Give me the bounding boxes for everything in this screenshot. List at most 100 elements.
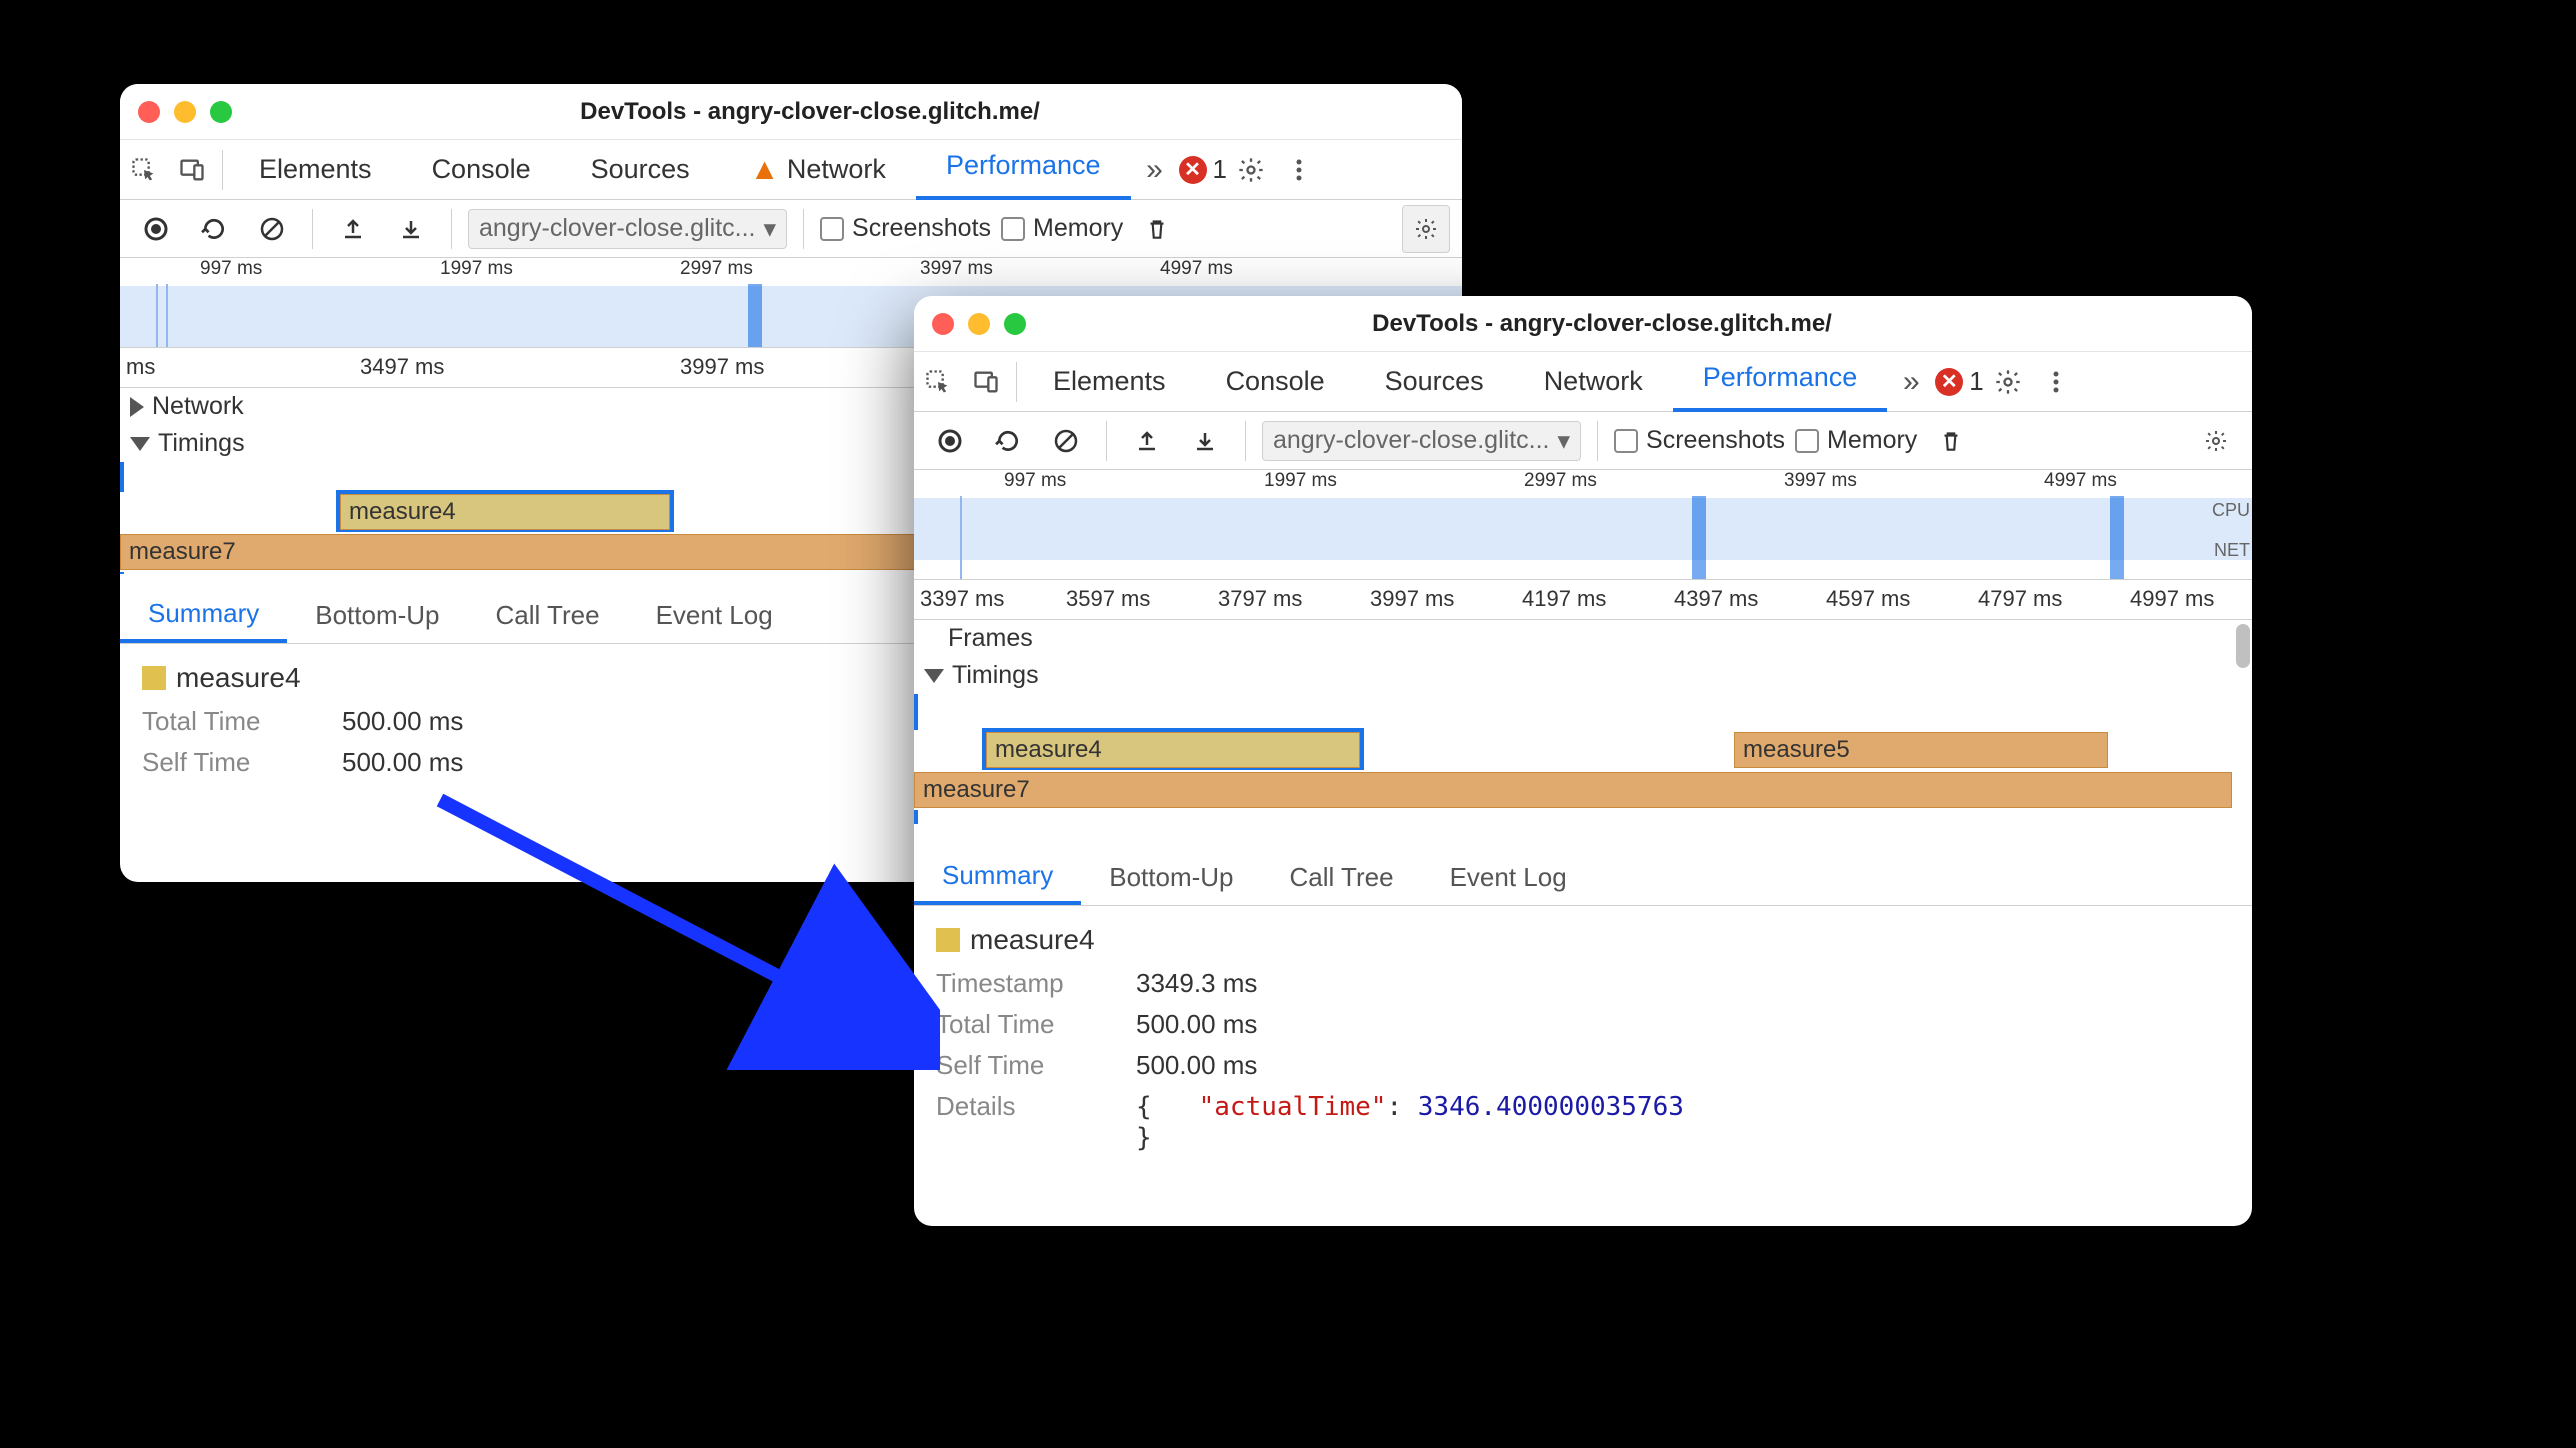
tab-performance[interactable]: Performance — [1673, 352, 1888, 412]
screenshots-toggle[interactable]: Screenshots — [820, 214, 991, 243]
record-button[interactable] — [926, 417, 974, 465]
tab-summary[interactable]: Summary — [120, 588, 287, 643]
chevron-down-icon: ▾ — [763, 214, 776, 244]
tab-event-log[interactable]: Event Log — [628, 588, 801, 643]
reload-record-icon[interactable] — [984, 417, 1032, 465]
upload-profile-icon[interactable] — [329, 205, 377, 253]
settings-gear-icon[interactable] — [1227, 146, 1275, 194]
separator — [1016, 362, 1017, 402]
overview-tick: 1997 ms — [1264, 470, 1337, 492]
ruler-tick: ms — [126, 354, 155, 380]
error-icon: ✕ — [1179, 156, 1207, 184]
overview-tick: 4997 ms — [2044, 470, 2117, 492]
zoom-window-button[interactable] — [210, 101, 232, 123]
timings-lane-header[interactable]: Timings — [914, 657, 2252, 694]
device-toggle-icon[interactable] — [168, 146, 216, 194]
download-profile-icon[interactable] — [387, 205, 435, 253]
ruler-tick: 3397 ms — [920, 586, 1004, 612]
kebab-menu-icon[interactable] — [1275, 146, 1323, 194]
tab-elements[interactable]: Elements — [229, 140, 402, 200]
scrollbar-thumb[interactable] — [2236, 624, 2250, 668]
tab-sources[interactable]: Sources — [1355, 352, 1514, 412]
summary-total-time-label: Total Time — [936, 1009, 1116, 1040]
memory-toggle[interactable]: Memory — [1001, 214, 1123, 243]
overview-tick: 997 ms — [1004, 470, 1066, 492]
overview-minimap[interactable]: 997 ms 1997 ms 2997 ms 3997 ms 4997 ms C… — [914, 470, 2252, 580]
summary-heading: measure4 — [936, 924, 2230, 956]
separator — [312, 209, 313, 249]
overview-rail-net: NET — [2214, 540, 2250, 561]
annotation-arrow — [430, 790, 940, 1070]
close-window-button[interactable] — [138, 101, 160, 123]
screenshots-toggle[interactable]: Screenshots — [1614, 426, 1785, 455]
timing-bar-measure5[interactable]: measure5 — [1734, 732, 2108, 768]
chevron-down-icon: ▾ — [1557, 426, 1570, 456]
tab-call-tree[interactable]: Call Tree — [468, 588, 628, 643]
timing-bar-measure4[interactable]: measure4 — [986, 732, 1360, 768]
device-toggle-icon[interactable] — [962, 358, 1010, 406]
overview-selection-handle[interactable] — [748, 284, 762, 347]
minimize-window-button[interactable] — [174, 101, 196, 123]
inspect-element-icon[interactable] — [120, 146, 168, 194]
time-ruler[interactable]: 3397 ms 3597 ms 3797 ms 3997 ms 4197 ms … — [914, 580, 2252, 620]
ruler-tick: 4997 ms — [2130, 586, 2214, 612]
tab-bottom-up[interactable]: Bottom-Up — [1081, 850, 1261, 905]
tab-call-tree[interactable]: Call Tree — [1262, 850, 1422, 905]
capture-settings-gear-icon[interactable] — [1402, 205, 1450, 253]
overflow-tabs-button[interactable]: » — [1887, 358, 1935, 406]
clear-button[interactable] — [1042, 417, 1090, 465]
tab-performance[interactable]: Performance — [916, 140, 1131, 200]
recording-dropdown[interactable]: angry-clover-close.glitc...▾ — [1262, 421, 1581, 461]
summary-details-value: { "actualTime": 3346.400000035763} — [1136, 1091, 2230, 1153]
traffic-lights — [138, 101, 232, 123]
download-profile-icon[interactable] — [1181, 417, 1229, 465]
tab-event-log[interactable]: Event Log — [1422, 850, 1595, 905]
errors-indicator[interactable]: ✕ 1 — [1935, 366, 1983, 397]
summary-total-time-label: Total Time — [142, 706, 322, 737]
errors-indicator[interactable]: ✕ 1 — [1179, 154, 1227, 185]
tab-console[interactable]: Console — [1196, 352, 1355, 412]
timing-bar-measure7[interactable]: measure7 — [914, 772, 2232, 808]
overview-tick: 4997 ms — [1160, 258, 1233, 280]
close-window-button[interactable] — [932, 313, 954, 335]
overview-marker — [166, 284, 168, 347]
summary-self-time-label: Self Time — [142, 747, 322, 778]
timing-bar-measure4[interactable]: measure4 — [340, 494, 670, 530]
tab-network[interactable]: ▲ Network — [720, 140, 916, 200]
upload-profile-icon[interactable] — [1123, 417, 1171, 465]
tab-sources[interactable]: Sources — [561, 140, 720, 200]
overview-rail-cpu: CPU — [2212, 500, 2250, 521]
zoom-window-button[interactable] — [1004, 313, 1026, 335]
overview-selection-handle[interactable] — [2110, 496, 2124, 579]
overview-selection-handle[interactable] — [1692, 496, 1706, 579]
traffic-lights — [932, 313, 1026, 335]
memory-toggle[interactable]: Memory — [1795, 426, 1917, 455]
separator — [803, 209, 804, 249]
reload-record-icon[interactable] — [190, 205, 238, 253]
minimize-window-button[interactable] — [968, 313, 990, 335]
overflow-tabs-button[interactable]: » — [1131, 146, 1179, 194]
ruler-tick: 3997 ms — [1370, 586, 1454, 612]
details-tabs: Summary Bottom-Up Call Tree Event Log — [914, 850, 2252, 906]
tab-bottom-up[interactable]: Bottom-Up — [287, 588, 467, 643]
frames-lane-header[interactable]: Frames — [914, 620, 2252, 657]
summary-pane: measure4 Timestamp 3349.3 ms Total Time … — [914, 906, 2252, 1171]
clear-button[interactable] — [248, 205, 296, 253]
tab-network[interactable]: Network — [1514, 352, 1673, 412]
gc-button[interactable] — [1133, 205, 1181, 253]
window-titlebar: DevTools - angry-clover-close.glitch.me/ — [120, 84, 1462, 140]
inspect-element-icon[interactable] — [914, 358, 962, 406]
ruler-tick: 4397 ms — [1674, 586, 1758, 612]
recording-dropdown[interactable]: angry-clover-close.glitc...▾ — [468, 209, 787, 249]
tab-console[interactable]: Console — [402, 140, 561, 200]
summary-self-time-label: Self Time — [936, 1050, 1116, 1081]
capture-settings-gear-icon[interactable] — [2192, 417, 2240, 465]
kebab-menu-icon[interactable] — [2032, 358, 2080, 406]
ruler-tick: 3797 ms — [1218, 586, 1302, 612]
record-button[interactable] — [132, 205, 180, 253]
tab-elements[interactable]: Elements — [1023, 352, 1196, 412]
window-titlebar: DevTools - angry-clover-close.glitch.me/ — [914, 296, 2252, 352]
gc-button[interactable] — [1927, 417, 1975, 465]
summary-self-time-value: 500.00 ms — [1136, 1050, 2230, 1081]
settings-gear-icon[interactable] — [1984, 358, 2032, 406]
